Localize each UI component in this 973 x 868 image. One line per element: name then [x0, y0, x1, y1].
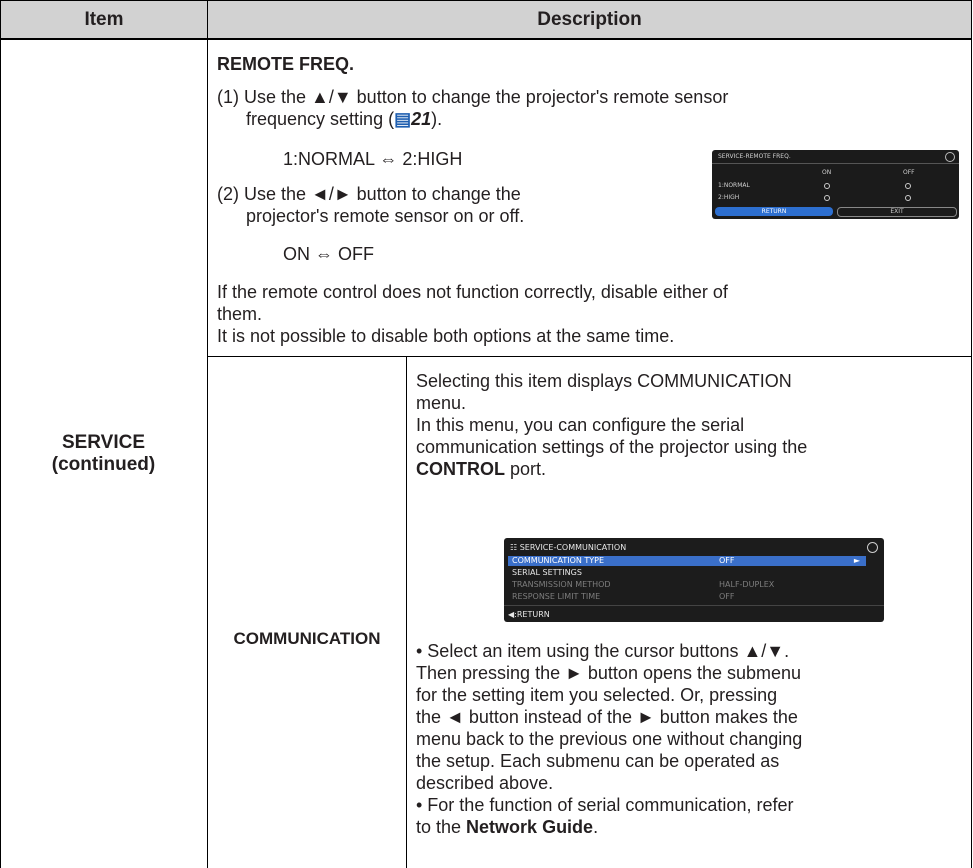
- osd-row-transmission: TRANSMISSION METHOD HALF-DUPLEX: [512, 580, 775, 589]
- osd-row-serial: SERIAL SETTINGS: [512, 568, 582, 577]
- manual-table: Item Description SERVICE (continued) REM…: [0, 0, 972, 868]
- radio-off-normal: [905, 183, 911, 189]
- osd-title: SERVICE-REMOTE FREQ.: [718, 153, 791, 160]
- comm-p2: menu.: [416, 393, 467, 413]
- comm-b7: described above.: [416, 773, 554, 793]
- remote-freq-title: REMOTE FREQ.: [217, 54, 355, 74]
- radio-on-high: [824, 195, 830, 201]
- osd-return-button: RETURN: [715, 207, 833, 216]
- settings-icon: ☷: [510, 543, 518, 552]
- comm-p1: Selecting this item displays COMMUNICATI…: [416, 371, 792, 391]
- table-border-top: [0, 0, 972, 1]
- remote-freq-step1-cont: frequency setting (▤21).: [246, 109, 443, 129]
- comm-b8: • For the function of serial communicati…: [416, 795, 794, 815]
- header-divider: [0, 38, 972, 40]
- close-icon: [945, 152, 955, 162]
- comm-p5: CONTROL port.: [416, 459, 547, 479]
- comm-p4: communication settings of the projector …: [416, 437, 808, 457]
- communication-osd: ☷ SERVICE-COMMUNICATION COMMUNICATION TY…: [504, 538, 884, 622]
- remote-freq-note1: If the remote control does not function …: [217, 282, 728, 302]
- osd-separator: [712, 163, 959, 164]
- osd-exit-button: EXIT: [837, 207, 957, 217]
- osd-row-comm-type: COMMUNICATION TYPE OFF ►: [508, 556, 866, 566]
- comm-b9: to the Network Guide.: [416, 817, 599, 837]
- comm-p3: In this menu, you can configure the seri…: [416, 415, 745, 435]
- book-icon: ▤: [394, 109, 412, 129]
- remote-freq-note2: them.: [217, 304, 263, 324]
- comm-b6: the setup. Each submenu can be operated …: [416, 751, 780, 771]
- osd-title: ☷ SERVICE-COMMUNICATION: [510, 543, 627, 552]
- osd-row-high: 2:HIGH: [718, 194, 740, 201]
- osd-col-off: OFF: [903, 169, 915, 176]
- osd-row-response: RESPONSE LIMIT TIME OFF: [512, 592, 735, 601]
- remote-freq-step1: (1) Use the ▲/▼ button to change the pro…: [217, 87, 729, 107]
- remote-freq-options: 1:NORMAL ⇔ 2:HIGH: [283, 149, 463, 169]
- row-divider: [207, 356, 972, 357]
- remote-freq-note3: It is not possible to disable both optio…: [217, 326, 675, 346]
- comm-b4: the ◄ button instead of the ► button mak…: [416, 707, 798, 727]
- header-description: Description: [208, 1, 971, 38]
- comm-b3: for the setting item you selected. Or, p…: [416, 685, 778, 705]
- remote-freq-step2-cont: projector's remote sensor on or off.: [246, 206, 525, 226]
- radio-off-high: [905, 195, 911, 201]
- column-divider: [207, 0, 208, 868]
- remote-freq-step2: (2) Use the ◄/► button to change the: [217, 184, 521, 204]
- osd-row-normal: 1:NORMAL: [718, 182, 750, 189]
- comm-b2: Then pressing the ► button opens the sub…: [416, 663, 802, 683]
- table-border-right: [971, 0, 972, 868]
- header-item: Item: [1, 1, 207, 38]
- item-service: SERVICE (continued): [51, 432, 156, 475]
- osd-separator: [504, 605, 884, 606]
- close-icon: [867, 542, 878, 553]
- osd-col-on: ON: [822, 169, 832, 176]
- comm-b5: menu back to the previous one without ch…: [416, 729, 803, 749]
- radio-on-normal: [824, 183, 830, 189]
- sub-item-communication: COMMUNICATION: [233, 629, 381, 648]
- page-ref[interactable]: 21: [411, 109, 431, 129]
- chevron-right-icon: ►: [853, 556, 860, 565]
- remote-freq-osd: SERVICE-REMOTE FREQ. ON OFF 1:NORMAL 2:H…: [712, 150, 959, 219]
- comm-b1: • Select an item using the cursor button…: [416, 641, 790, 661]
- network-guide-ref[interactable]: Network Guide: [466, 817, 593, 837]
- remote-freq-onoff: ON ⇔ OFF: [283, 244, 374, 264]
- osd-return: ◀:RETURN: [508, 610, 550, 619]
- sub-column-divider: [406, 356, 407, 868]
